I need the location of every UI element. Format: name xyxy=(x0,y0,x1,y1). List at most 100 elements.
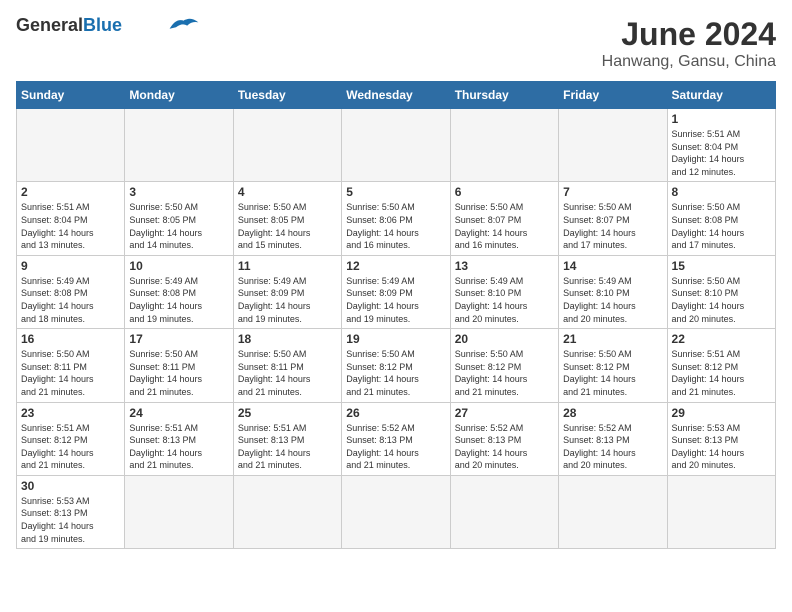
day-info: Sunrise: 5:51 AM Sunset: 8:12 PM Dayligh… xyxy=(672,348,771,398)
day-number: 26 xyxy=(346,406,445,420)
day-info: Sunrise: 5:50 AM Sunset: 8:07 PM Dayligh… xyxy=(563,201,662,251)
calendar-cell: 15 Sunrise: 5:50 AM Sunset: 8:10 PM Dayli… xyxy=(667,255,775,328)
day-number: 21 xyxy=(563,332,662,346)
calendar-cell xyxy=(125,475,233,548)
calendar-cell: 21 Sunrise: 5:50 AM Sunset: 8:12 PM Dayli… xyxy=(559,329,667,402)
weekday-header-sunday: Sunday xyxy=(17,82,125,109)
weekday-header-tuesday: Tuesday xyxy=(233,82,341,109)
day-info: Sunrise: 5:50 AM Sunset: 8:12 PM Dayligh… xyxy=(455,348,554,398)
day-info: Sunrise: 5:50 AM Sunset: 8:07 PM Dayligh… xyxy=(455,201,554,251)
calendar-cell: 19Sunrise: 5:50 AM Sunset: 8:12 PM Dayli… xyxy=(342,329,450,402)
week-row-4: 16 Sunrise: 5:50 AM Sunset: 8:11 PM Dayli… xyxy=(17,329,776,402)
day-info: Sunrise: 5:51 AM Sunset: 8:04 PM Dayligh… xyxy=(672,128,771,178)
day-info: Sunrise: 5:50 AM Sunset: 8:08 PM Dayligh… xyxy=(672,201,771,251)
day-info: Sunrise: 5:49 AM Sunset: 8:08 PM Dayligh… xyxy=(129,275,228,325)
calendar-cell: 7 Sunrise: 5:50 AM Sunset: 8:07 PM Daylig… xyxy=(559,182,667,255)
calendar-cell: 25 Sunrise: 5:51 AM Sunset: 8:13 PM Dayli… xyxy=(233,402,341,475)
weekday-header-thursday: Thursday xyxy=(450,82,558,109)
calendar-cell: 14Sunrise: 5:49 AM Sunset: 8:10 PM Dayli… xyxy=(559,255,667,328)
day-number: 12 xyxy=(346,259,445,273)
calendar-cell: 24 Sunrise: 5:51 AM Sunset: 8:13 PM Dayli… xyxy=(125,402,233,475)
calendar-cell: 4Sunrise: 5:50 AM Sunset: 8:05 PM Daylig… xyxy=(233,182,341,255)
day-info: Sunrise: 5:50 AM Sunset: 8:11 PM Dayligh… xyxy=(129,348,228,398)
calendar-cell xyxy=(450,475,558,548)
calendar-cell: 23 Sunrise: 5:51 AM Sunset: 8:12 PM Dayli… xyxy=(17,402,125,475)
day-info: Sunrise: 5:51 AM Sunset: 8:13 PM Dayligh… xyxy=(238,422,337,472)
day-info: Sunrise: 5:50 AM Sunset: 8:11 PM Dayligh… xyxy=(238,348,337,398)
day-info: Sunrise: 5:50 AM Sunset: 8:10 PM Dayligh… xyxy=(672,275,771,325)
logo-blue: Blue xyxy=(83,15,122,35)
calendar-cell: 5 Sunrise: 5:50 AM Sunset: 8:06 PM Daylig… xyxy=(342,182,450,255)
day-number: 5 xyxy=(346,185,445,199)
day-number: 24 xyxy=(129,406,228,420)
day-number: 25 xyxy=(238,406,337,420)
day-info: Sunrise: 5:50 AM Sunset: 8:06 PM Dayligh… xyxy=(346,201,445,251)
day-number: 9 xyxy=(21,259,120,273)
day-number: 13 xyxy=(455,259,554,273)
calendar-cell: 2Sunrise: 5:51 AM Sunset: 8:04 PM Daylig… xyxy=(17,182,125,255)
day-number: 30 xyxy=(21,479,120,493)
day-info: Sunrise: 5:50 AM Sunset: 8:11 PM Dayligh… xyxy=(21,348,120,398)
day-number: 2 xyxy=(21,185,120,199)
calendar-cell: 28Sunrise: 5:52 AM Sunset: 8:13 PM Dayli… xyxy=(559,402,667,475)
week-row-5: 23 Sunrise: 5:51 AM Sunset: 8:12 PM Dayli… xyxy=(17,402,776,475)
day-number: 10 xyxy=(129,259,228,273)
calendar-cell: 26 Sunrise: 5:52 AM Sunset: 8:13 PM Dayli… xyxy=(342,402,450,475)
day-number: 3 xyxy=(129,185,228,199)
day-info: Sunrise: 5:49 AM Sunset: 8:10 PM Dayligh… xyxy=(563,275,662,325)
weekday-header-friday: Friday xyxy=(559,82,667,109)
day-number: 6 xyxy=(455,185,554,199)
logo-general: General xyxy=(16,15,83,35)
week-row-3: 9 Sunrise: 5:49 AM Sunset: 8:08 PM Daylig… xyxy=(17,255,776,328)
week-row-2: 2Sunrise: 5:51 AM Sunset: 8:04 PM Daylig… xyxy=(17,182,776,255)
day-number: 22 xyxy=(672,332,771,346)
calendar-cell: 6 Sunrise: 5:50 AM Sunset: 8:07 PM Daylig… xyxy=(450,182,558,255)
day-number: 19 xyxy=(346,332,445,346)
day-number: 18 xyxy=(238,332,337,346)
day-number: 16 xyxy=(21,332,120,346)
weekday-header-wednesday: Wednesday xyxy=(342,82,450,109)
day-info: Sunrise: 5:49 AM Sunset: 8:09 PM Dayligh… xyxy=(238,275,337,325)
calendar-cell: 16 Sunrise: 5:50 AM Sunset: 8:11 PM Dayli… xyxy=(17,329,125,402)
day-number: 20 xyxy=(455,332,554,346)
calendar-cell xyxy=(17,109,125,182)
logo-text: GeneralBlue xyxy=(16,16,122,36)
calendar-cell xyxy=(125,109,233,182)
calendar-cell: 18 Sunrise: 5:50 AM Sunset: 8:11 PM Dayli… xyxy=(233,329,341,402)
calendar-cell: 10 Sunrise: 5:49 AM Sunset: 8:08 PM Dayli… xyxy=(125,255,233,328)
calendar-cell xyxy=(559,109,667,182)
week-row-6: 30Sunrise: 5:53 AM Sunset: 8:13 PM Dayli… xyxy=(17,475,776,548)
calendar-cell xyxy=(450,109,558,182)
calendar-cell: 12Sunrise: 5:49 AM Sunset: 8:09 PM Dayli… xyxy=(342,255,450,328)
day-number: 29 xyxy=(672,406,771,420)
day-info: Sunrise: 5:51 AM Sunset: 8:13 PM Dayligh… xyxy=(129,422,228,472)
calendar-table: SundayMondayTuesdayWednesdayThursdayFrid… xyxy=(16,81,776,549)
title-area: June 2024 Hanwang, Gansu, China xyxy=(602,16,776,71)
day-info: Sunrise: 5:49 AM Sunset: 8:10 PM Dayligh… xyxy=(455,275,554,325)
day-info: Sunrise: 5:50 AM Sunset: 8:12 PM Dayligh… xyxy=(563,348,662,398)
day-number: 8 xyxy=(672,185,771,199)
calendar-cell xyxy=(342,475,450,548)
calendar-cell xyxy=(667,475,775,548)
day-number: 4 xyxy=(238,185,337,199)
calendar-cell: 1Sunrise: 5:51 AM Sunset: 8:04 PM Daylig… xyxy=(667,109,775,182)
day-number: 17 xyxy=(129,332,228,346)
day-number: 23 xyxy=(21,406,120,420)
logo-bird-icon xyxy=(168,14,200,34)
day-info: Sunrise: 5:52 AM Sunset: 8:13 PM Dayligh… xyxy=(563,422,662,472)
day-info: Sunrise: 5:50 AM Sunset: 8:05 PM Dayligh… xyxy=(129,201,228,251)
calendar-cell xyxy=(559,475,667,548)
day-info: Sunrise: 5:53 AM Sunset: 8:13 PM Dayligh… xyxy=(672,422,771,472)
calendar-cell: 9Sunrise: 5:49 AM Sunset: 8:08 PM Daylig… xyxy=(17,255,125,328)
logo: GeneralBlue xyxy=(16,16,200,36)
day-number: 15 xyxy=(672,259,771,273)
day-info: Sunrise: 5:51 AM Sunset: 8:12 PM Dayligh… xyxy=(21,422,120,472)
day-info: Sunrise: 5:52 AM Sunset: 8:13 PM Dayligh… xyxy=(346,422,445,472)
calendar-cell: 13 Sunrise: 5:49 AM Sunset: 8:10 PM Dayli… xyxy=(450,255,558,328)
calendar-cell: 11Sunrise: 5:49 AM Sunset: 8:09 PM Dayli… xyxy=(233,255,341,328)
calendar-cell xyxy=(233,109,341,182)
calendar-cell: 27Sunrise: 5:52 AM Sunset: 8:13 PM Dayli… xyxy=(450,402,558,475)
day-number: 7 xyxy=(563,185,662,199)
location-title: Hanwang, Gansu, China xyxy=(602,53,776,71)
weekday-header-monday: Monday xyxy=(125,82,233,109)
